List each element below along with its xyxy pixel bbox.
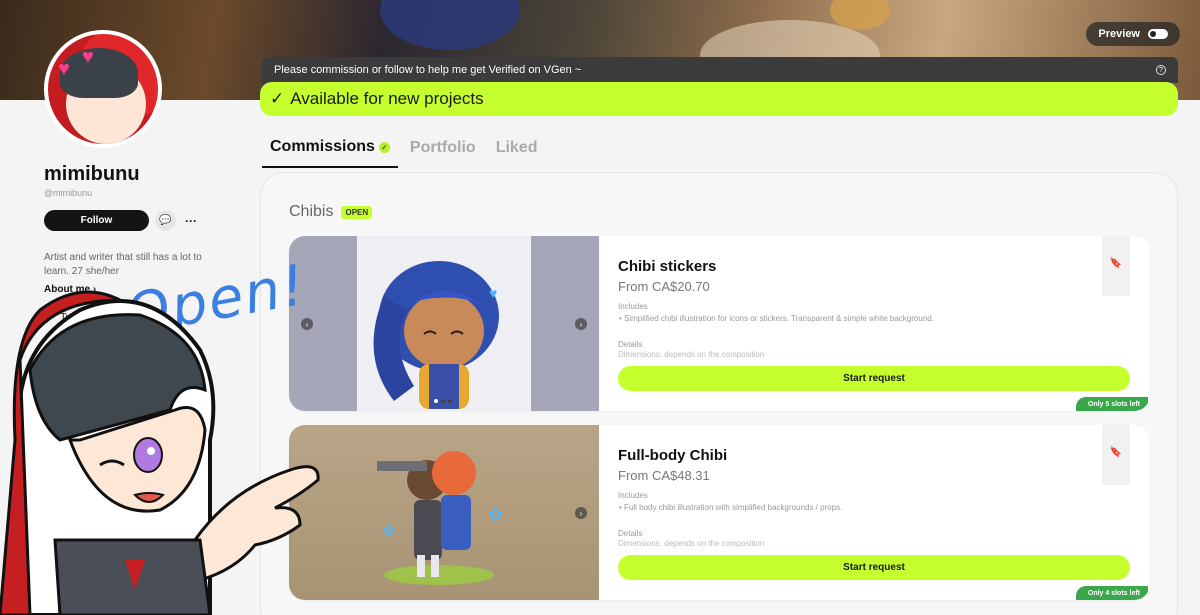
- open-badge: OPEN: [341, 205, 373, 219]
- carousel-next-icon[interactable]: ›: [575, 507, 587, 519]
- user-handle: @mimibunu: [44, 188, 93, 198]
- commission-card[interactable]: ✿ ✿ › Full-body Chibi From CA$48.31 Incl…: [289, 425, 1150, 600]
- heart-icon: ♥: [82, 46, 94, 68]
- tab-label: Liked: [495, 139, 538, 156]
- link-label: Twitter: [60, 312, 90, 323]
- avatar-hair: [60, 48, 138, 98]
- twitter-icon: 🐦: [44, 312, 56, 322]
- tumblr-icon: t: [44, 334, 47, 345]
- carousel-dots: [434, 399, 452, 403]
- start-request-button[interactable]: Start request: [618, 555, 1130, 580]
- includes-label: Includes: [618, 491, 648, 500]
- about-me-link[interactable]: About me ›: [44, 284, 96, 295]
- includes-item: Simplified chibi illustration for icons …: [624, 314, 934, 323]
- commission-image[interactable]: ✿ ✿ ›: [289, 425, 599, 600]
- heart-icon: ♥: [58, 58, 70, 80]
- check-icon: ✓: [270, 89, 285, 108]
- details-item: Dimensions: depends on the composition: [618, 350, 765, 359]
- preview-label: Preview: [1098, 28, 1140, 40]
- commission-price: From CA$20.70: [618, 279, 710, 294]
- bookmark-icon[interactable]: 🔖: [1102, 236, 1130, 296]
- availability-text: Available for new projects: [290, 89, 484, 108]
- commission-image[interactable]: ♥ ‹ ›: [289, 236, 599, 411]
- carousel-dot[interactable]: [448, 399, 452, 403]
- about-label: About me: [44, 284, 91, 295]
- commission-card[interactable]: ♥ ‹ › Chibi stickers From CA$20.70 Inclu…: [289, 236, 1150, 411]
- start-request-button[interactable]: Start request: [618, 366, 1130, 391]
- details-label: Details: [618, 340, 643, 349]
- section-header: Chibis OPEN: [289, 203, 373, 221]
- full-body-chibi-art: ✿ ✿: [377, 451, 502, 585]
- username: mimibunu: [44, 163, 140, 185]
- tab-portfolio[interactable]: Portfolio: [402, 136, 484, 168]
- tab-commissions[interactable]: Commissions ✓: [262, 136, 398, 168]
- question-icon[interactable]: ?: [1156, 65, 1166, 75]
- commission-price: From CA$48.31: [618, 468, 710, 483]
- follow-button[interactable]: Follow: [44, 210, 149, 231]
- carousel-prev-icon[interactable]: ‹: [301, 318, 313, 330]
- banner-art: [380, 0, 520, 50]
- verified-check-icon: ✓: [378, 141, 390, 153]
- svg-text:♥: ♥: [489, 285, 497, 301]
- chibi-sticker-art: ♥: [373, 261, 499, 409]
- tab-liked[interactable]: Liked: [488, 136, 546, 168]
- includes-label: Includes: [618, 302, 648, 311]
- svg-text:✿: ✿: [383, 522, 395, 538]
- carousel-next-icon[interactable]: ›: [575, 318, 587, 330]
- details-item: Dimensions: depends on the composition: [618, 539, 765, 548]
- bookmark-icon[interactable]: 🔖: [1102, 425, 1130, 485]
- twitter-link[interactable]: 🐦 Twitter: [44, 312, 90, 323]
- carousel-dot[interactable]: [434, 399, 438, 403]
- tab-label: Commissions: [270, 138, 375, 155]
- commission-title: Chibi stickers: [618, 258, 717, 275]
- svg-text:✿: ✿: [489, 507, 502, 524]
- tab-label: Portfolio: [409, 139, 476, 156]
- avatar[interactable]: ♥ ♥: [44, 30, 162, 148]
- slots-badge: Only 4 slots left: [1075, 586, 1148, 600]
- preview-toggle[interactable]: Preview: [1086, 22, 1180, 46]
- more-options-icon[interactable]: ···: [183, 210, 199, 231]
- section-title: Chibis: [289, 203, 334, 220]
- link-label: Art Tumblr: [52, 334, 99, 345]
- includes-item: Full body chibi illustration with simpli…: [624, 503, 842, 512]
- profile-tabs: Commissions ✓ Portfolio Liked: [262, 136, 549, 168]
- toggle-icon: [1148, 29, 1168, 39]
- carousel-dot[interactable]: [441, 399, 445, 403]
- verification-notice: Please commission or follow to help me g…: [262, 57, 1178, 83]
- details-label: Details: [618, 529, 643, 538]
- notice-text: Please commission or follow to help me g…: [274, 64, 582, 76]
- message-icon[interactable]: 💬: [155, 210, 176, 231]
- availability-banner: ✓ Available for new projects: [260, 82, 1178, 116]
- commission-title: Full-body Chibi: [618, 447, 728, 464]
- tumblr-link[interactable]: t Art Tumblr: [44, 334, 98, 345]
- slots-badge: Only 5 slots left: [1075, 397, 1148, 411]
